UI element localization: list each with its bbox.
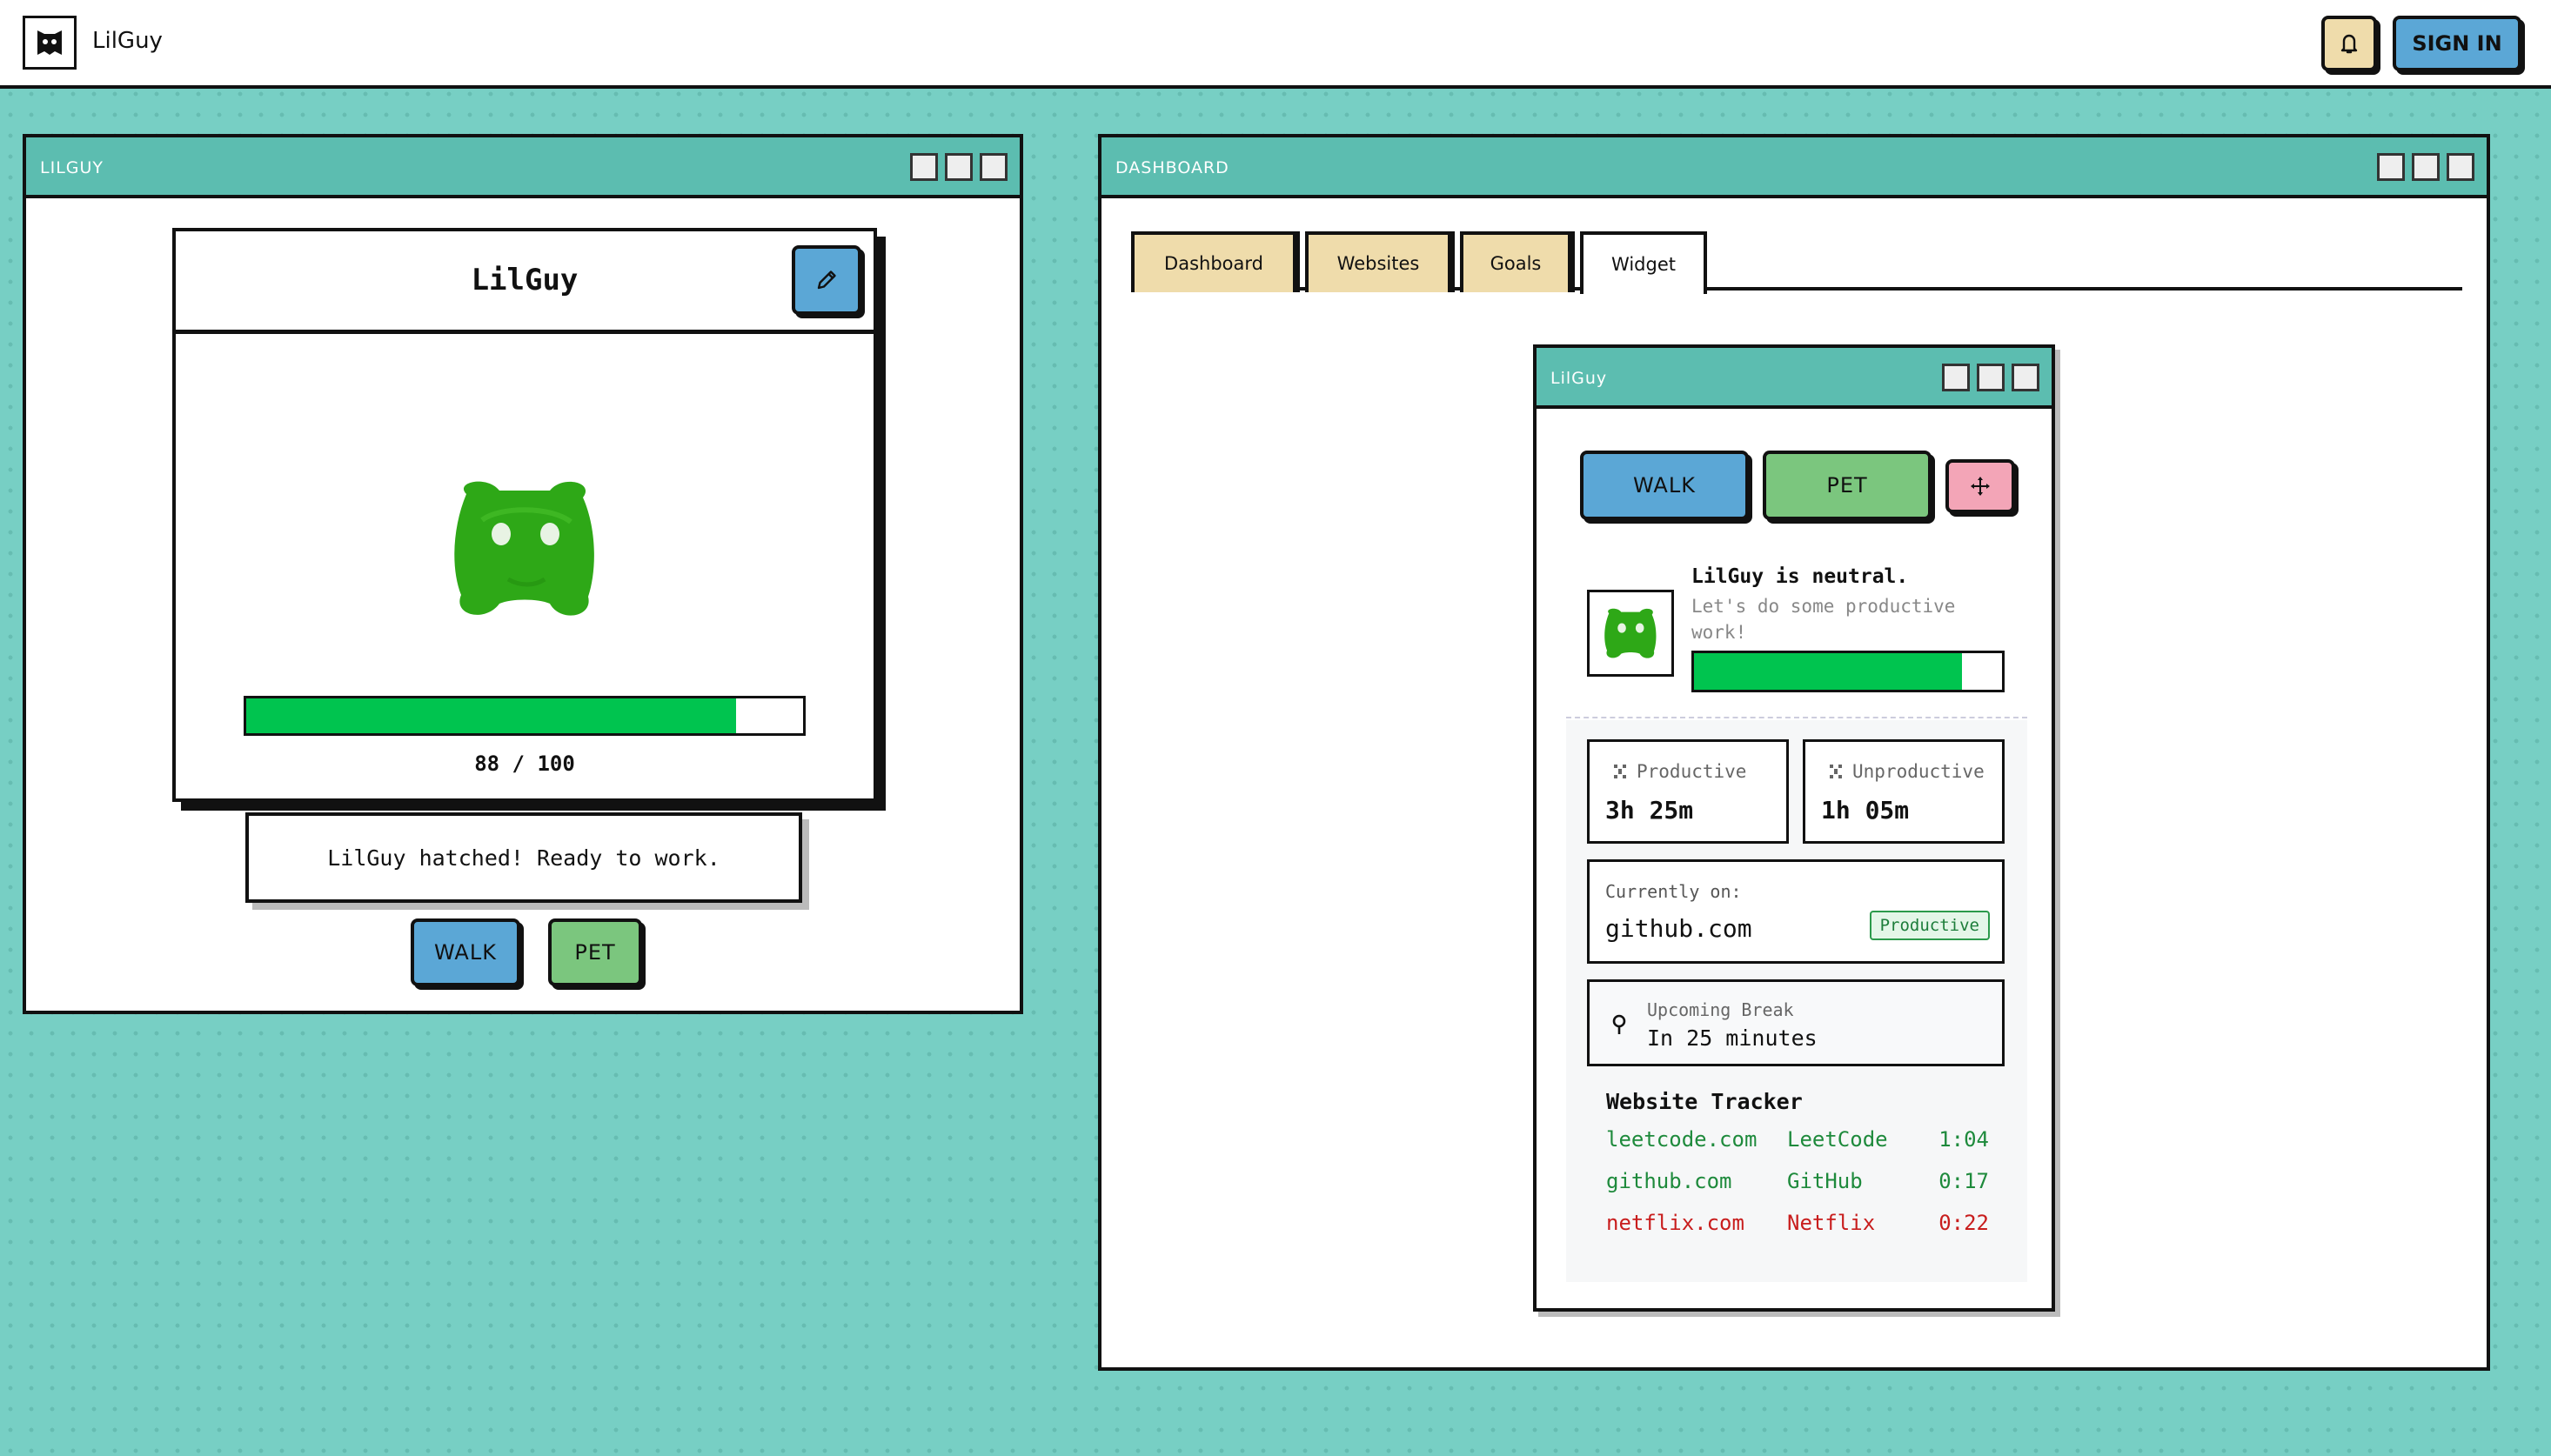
tab-bar: Dashboard Websites Goals Widget [1131,231,2462,294]
dashboard-window: DASHBOARD Dashboard Websites Goals Widge… [1098,134,2490,1371]
lilguy-logo-icon[interactable] [23,16,77,70]
lilguy-window: LILGUY LilGuy 88 / 100 LilGuy hatched! R… [23,134,1023,1014]
tracker-row[interactable]: netflix.com Netflix 0:22 [1606,1211,1989,1242]
health-bar [244,696,806,736]
pet-name: LilGuy [471,263,579,297]
tracker-row[interactable]: leetcode.com LeetCode 1:04 [1606,1127,1989,1159]
edit-name-button[interactable] [792,245,861,315]
tracker-domain: netflix.com [1606,1211,1744,1235]
current-site-card: Currently on: github.com Productive [1587,859,2005,964]
unproductive-label: Unproductive [1852,761,1985,782]
tracker-domain: leetcode.com [1606,1127,1758,1152]
unproductive-stat: Unproductive 1h 05m [1803,739,2005,844]
upcoming-break-card: Upcoming Break In 25 minutes [1587,979,2005,1066]
dashboard-window-titlebar[interactable]: DASHBOARD [1101,137,2487,198]
tab-dashboard[interactable]: Dashboard [1131,231,1296,292]
close-button[interactable] [2012,364,2039,391]
maximize-button[interactable] [2412,153,2440,181]
unproductive-icon [1830,765,1842,778]
lilguy-widget: LilGuy WALK PET LilGuy is neutral. Let's… [1533,344,2055,1312]
top-bar: LilGuy SIGN IN [0,0,2551,89]
tab-widget[interactable]: Widget [1580,231,1707,294]
move-icon [1971,477,1990,496]
move-widget-button[interactable] [1945,459,2015,513]
close-button[interactable] [980,153,1008,181]
status-badge: Productive [1869,911,1990,940]
tracker-name: Netflix [1787,1211,1876,1235]
upcoming-break-value: In 25 minutes [1647,1025,1818,1051]
widget-title: LilGuy [1550,369,1608,388]
window-title: LILGUY [40,158,104,177]
tab-websites[interactable]: Websites [1305,231,1451,292]
tracker-time: 0:22 [1938,1211,1989,1235]
maximize-button[interactable] [1977,364,2005,391]
window-title: DASHBOARD [1115,158,1229,177]
productive-label: Productive [1637,761,1747,782]
website-tracker-title: Website Tracker [1606,1089,1803,1114]
pet-sprite[interactable] [447,475,602,624]
tracker-time: 0:17 [1938,1169,1989,1193]
app-title: LilGuy [92,28,163,54]
notifications-button[interactable] [2321,16,2377,71]
walk-button[interactable]: WALK [411,918,520,986]
mood-bar-fill [1694,653,1962,690]
maximize-button[interactable] [945,153,973,181]
productive-stat: Productive 3h 25m [1587,739,1789,844]
tracker-time: 1:04 [1938,1127,1989,1152]
widget-walk-button[interactable]: WALK [1580,451,1749,520]
tracker-domain: github.com [1606,1169,1732,1193]
productive-icon [1614,765,1626,778]
mood-title: LilGuy is neutral. [1691,565,1909,588]
lilguy-window-titlebar[interactable]: LILGUY [26,137,1020,198]
timer-icon [1612,1014,1626,1034]
sign-in-button[interactable]: SIGN IN [2393,16,2521,71]
tracker-row[interactable]: github.com GitHub 0:17 [1606,1169,1989,1200]
minimize-button[interactable] [1942,364,1970,391]
health-bar-fill [246,698,737,733]
divider [1566,717,2027,718]
close-button[interactable] [2447,153,2474,181]
widget-pet-button[interactable]: PET [1763,451,1932,520]
tab-goals[interactable]: Goals [1460,231,1571,292]
pet-thumbnail [1587,590,1674,677]
pet-card: LilGuy 88 / 100 [172,228,877,802]
minimize-button[interactable] [2377,153,2405,181]
status-message: LilGuy hatched! Ready to work. [245,812,802,903]
current-site: github.com [1605,914,1752,943]
tracker-name: LeetCode [1787,1127,1888,1152]
health-text: 88 / 100 [474,751,575,776]
tracker-name: GitHub [1787,1169,1863,1193]
productive-value: 3h 25m [1605,796,1694,825]
pet-card-header: LilGuy [176,231,874,334]
mood-bar [1691,651,2005,692]
pencil-icon [817,270,836,290]
unproductive-value: 1h 05m [1821,796,1910,825]
mood-subtitle: Let's do some productive work! [1691,596,1956,643]
pet-button[interactable]: PET [548,918,642,986]
upcoming-break-label: Upcoming Break [1647,999,1794,1020]
widget-titlebar[interactable]: LilGuy [1537,348,2052,409]
minimize-button[interactable] [910,153,938,181]
bell-icon [2340,34,2358,54]
current-site-label: Currently on: [1605,881,1742,902]
